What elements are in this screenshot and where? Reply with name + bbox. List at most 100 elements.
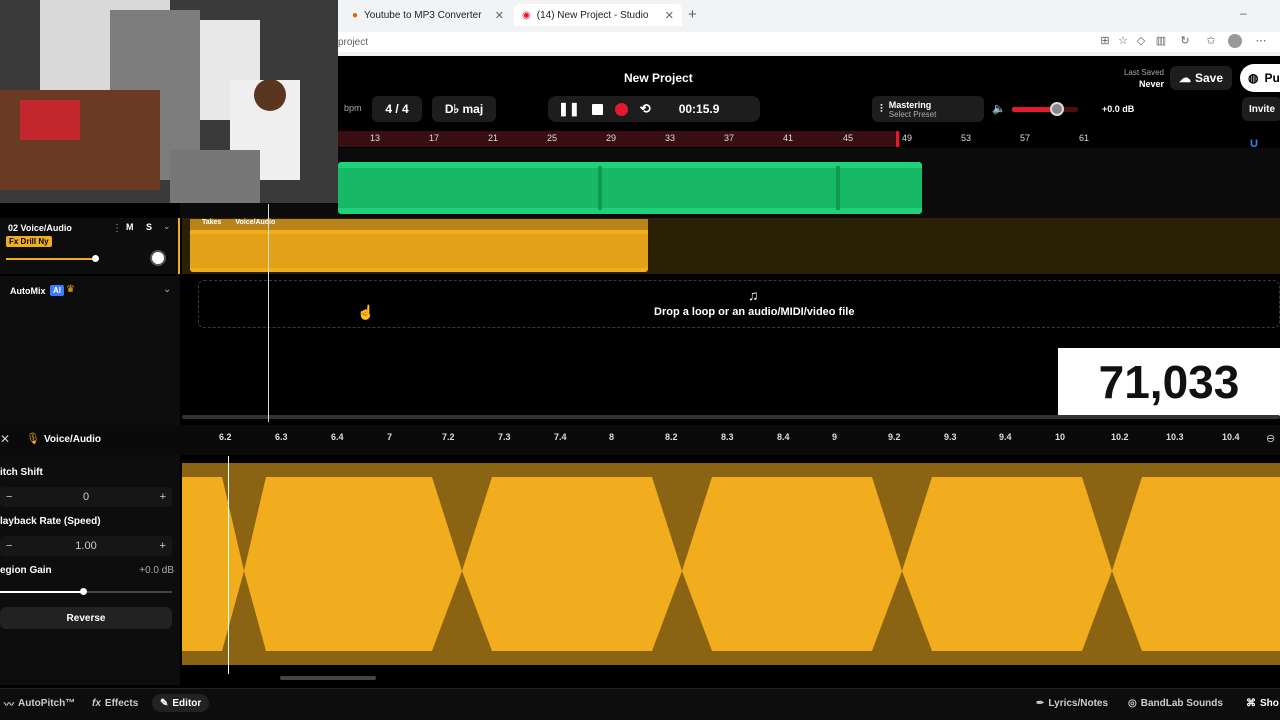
close-icon[interactable]: ✕ — [495, 9, 504, 22]
project-title: New Project — [624, 71, 693, 85]
minimize-button[interactable]: – — [1240, 6, 1247, 20]
timeline-scrollbar[interactable] — [182, 415, 1280, 419]
ruler-tick: 49 — [902, 133, 913, 143]
track-menu-icon[interactable]: ⋮ — [112, 223, 122, 234]
save-button[interactable]: ☁ Save — [1170, 66, 1232, 90]
mastering-selector[interactable]: ⫶ Mastering Select Preset — [872, 96, 984, 122]
split-icon[interactable]: ▥ — [1154, 34, 1168, 48]
fx-badge[interactable]: Fx Drill Ny — [6, 236, 52, 247]
editor-tick: 8.2 — [665, 432, 678, 442]
star-icon[interactable]: ☆ — [1116, 34, 1130, 48]
ruler-tick: 17 — [429, 133, 440, 143]
ruler-tick: 53 — [961, 133, 972, 143]
favorites-icon[interactable]: ✩ — [1204, 34, 1218, 48]
waveform — [338, 166, 922, 210]
editor-playhead[interactable] — [228, 456, 229, 674]
reverse-button[interactable]: Reverse — [0, 607, 172, 629]
key-selector[interactable]: D♭ maj — [432, 96, 496, 122]
plus-icon[interactable]: + — [160, 491, 166, 503]
last-saved-value: Never — [1138, 79, 1164, 89]
pause-icon[interactable]: ❚❚ — [558, 101, 580, 117]
chevron-down-icon[interactable]: ⌄ — [163, 221, 171, 232]
plus-icon[interactable]: + — [160, 540, 166, 552]
bandlab-icon: ◉ — [522, 9, 531, 21]
effects-button[interactable]: fx Effects — [92, 694, 138, 712]
region-header: Takes Voice/Audio — [190, 219, 648, 230]
autopitch-button[interactable]: 〰 AutoPitch™ — [4, 694, 75, 712]
editor-waveform[interactable] — [182, 463, 1280, 665]
tab-new-project[interactable]: ◉ (14) New Project - Studio ✕ — [514, 4, 682, 26]
editor-scrollbar[interactable] — [280, 676, 376, 680]
new-tab-button[interactable]: + — [688, 6, 697, 23]
invite-button[interactable]: Invite — [1242, 97, 1280, 121]
close-icon[interactable]: ✕ — [0, 432, 10, 446]
publish-button[interactable]: ◍ Pu — [1240, 64, 1280, 92]
track-volume-knob[interactable] — [92, 255, 99, 262]
minus-icon[interactable]: − — [6, 491, 12, 503]
mute-button[interactable]: M — [126, 222, 134, 232]
zoom-icon[interactable]: ⊖ — [1266, 432, 1275, 445]
ruler-tick: 33 — [665, 133, 676, 143]
record-icon[interactable] — [614, 102, 628, 116]
microphone-icon: 🎙 — [26, 433, 40, 445]
chevron-down-icon[interactable]: ⌄ — [163, 284, 171, 295]
refresh-icon[interactable]: ↻ — [1178, 34, 1192, 48]
master-volume-slider[interactable] — [1012, 107, 1078, 112]
ruler-tick: 25 — [547, 133, 558, 143]
loop-region[interactable] — [338, 131, 900, 147]
stop-icon[interactable] — [591, 103, 603, 115]
bandlab-sounds-button[interactable]: ◎ BandLab Sounds — [1128, 694, 1223, 712]
pan-knob[interactable] — [150, 250, 166, 266]
grid-icon[interactable]: ⊞ — [1098, 34, 1112, 48]
audio-region-yellow[interactable]: Takes Voice/Audio — [190, 219, 648, 272]
gain-fill — [0, 591, 84, 593]
globe-icon: ◍ — [1248, 71, 1259, 85]
editor-label: Editor — [172, 697, 202, 709]
pitch-shift-stepper[interactable]: − 0 + — [0, 487, 172, 507]
ruler-tick: 41 — [783, 133, 794, 143]
waveform — [190, 234, 648, 268]
audio-region-green[interactable] — [338, 162, 922, 214]
volume-knob[interactable] — [1050, 102, 1064, 116]
extension-icon[interactable]: ◇ — [1134, 34, 1148, 48]
lyrics-label: Lyrics/Notes — [1048, 697, 1109, 709]
editor-tick: 9.4 — [999, 432, 1012, 442]
playback-rate-label: layback Rate (Speed) — [0, 516, 101, 527]
webcam-overlay — [0, 0, 338, 203]
fx-icon: fx — [92, 697, 101, 709]
time-signature[interactable]: 4 / 4 — [372, 96, 422, 122]
last-saved-label: Last Saved — [1123, 68, 1164, 77]
autopitch-icon: 〰 — [4, 699, 14, 711]
shortcuts-label: Sho — [1260, 697, 1279, 709]
track-name: 02 Voice/Audio — [8, 223, 72, 233]
editor-button[interactable]: ✎ Editor — [152, 694, 210, 712]
music-note-icon: ♫ — [748, 287, 759, 303]
ruler-tick: 21 — [488, 133, 499, 143]
speaker-icon[interactable]: 🔈 — [992, 102, 1006, 115]
ruler-tick: 45 — [843, 133, 854, 143]
playback-rate-stepper[interactable]: − 1.00 + — [0, 536, 172, 556]
loop-icon[interactable]: ⟲ — [640, 101, 651, 117]
editor-tick: 6.3 — [275, 432, 288, 442]
playhead[interactable] — [268, 204, 269, 422]
waveform-envelope — [182, 463, 1280, 665]
close-icon[interactable]: ✕ — [665, 9, 674, 22]
gain-knob[interactable] — [80, 588, 87, 595]
profile-avatar[interactable] — [1228, 34, 1242, 48]
region-name: Voice/Audio — [235, 219, 276, 226]
more-icon[interactable]: ⋯ — [1254, 34, 1268, 48]
tab-youtube-mp3[interactable]: ● Youtube to MP3 Converter ✕ — [344, 4, 512, 26]
subscriber-counter: 71,033 — [1058, 348, 1280, 416]
region-label: Takes — [202, 219, 222, 226]
effects-label: Effects — [104, 697, 139, 709]
feather-icon: ✒ — [1036, 697, 1045, 709]
transport-controls: ❚❚ ⟲ 00:15.9 — [548, 96, 760, 122]
volume-fill — [1012, 107, 1056, 112]
solo-button[interactable]: S — [146, 222, 152, 232]
editor-title: Voice/Audio — [44, 434, 102, 445]
loop-end-marker[interactable] — [896, 131, 899, 147]
shortcuts-button[interactable]: ⌘ Sho — [1246, 694, 1279, 712]
lyrics-button[interactable]: ✒ Lyrics/Notes — [1036, 694, 1108, 712]
track-volume-slider[interactable] — [6, 258, 96, 260]
minus-icon[interactable]: − — [6, 540, 12, 552]
